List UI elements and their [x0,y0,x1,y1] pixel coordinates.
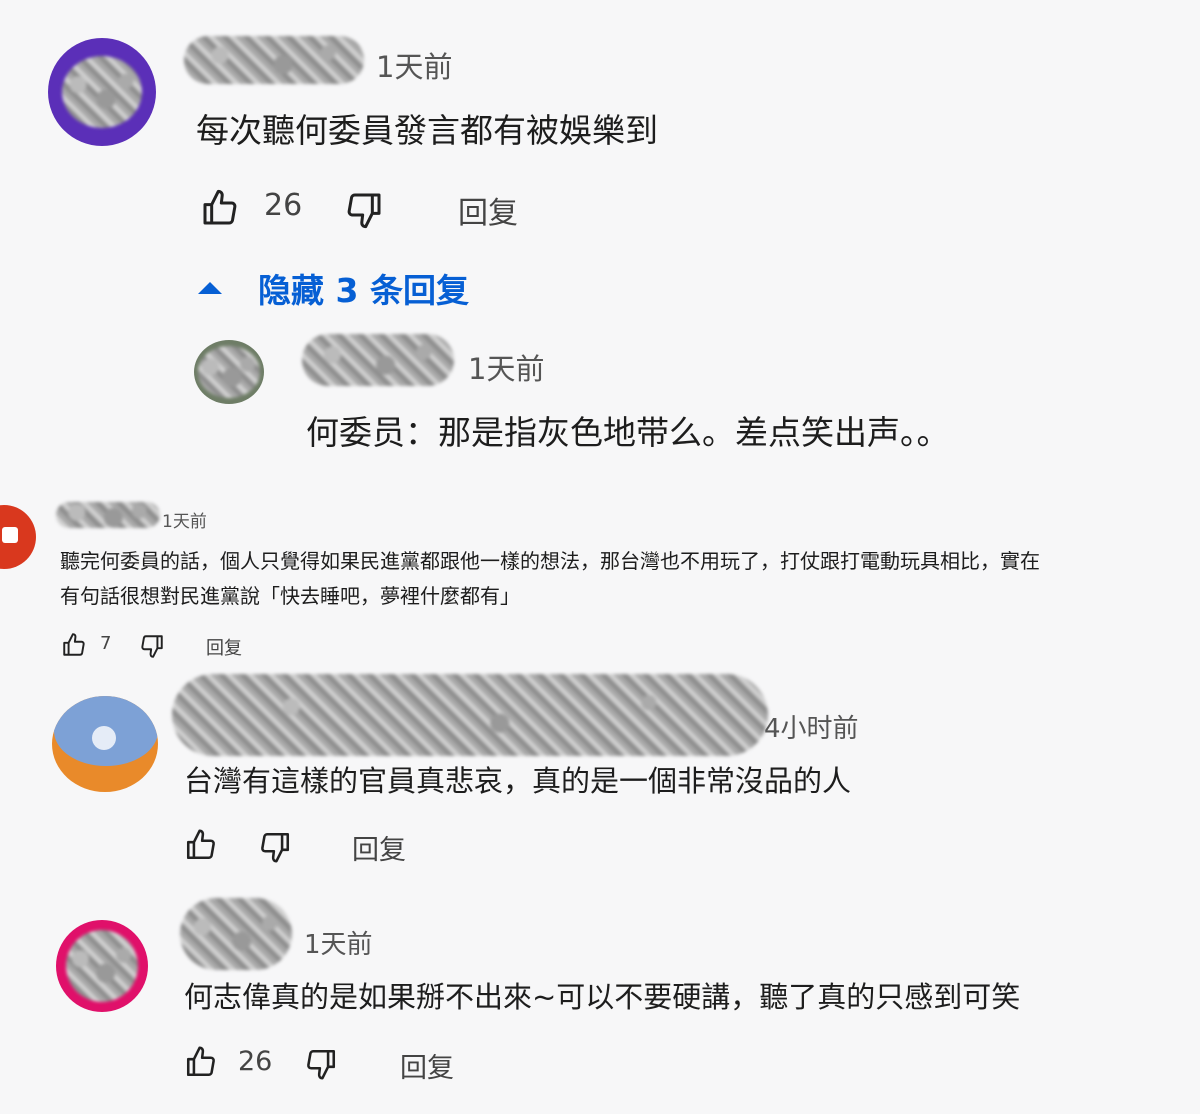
thumbs-up-icon [186,829,215,860]
avatar[interactable] [48,38,156,146]
thumbs-down-icon [307,1049,336,1080]
toggle-replies-button[interactable]: 隐藏 3 条回复 [196,264,469,312]
reply-button[interactable]: 回复 [352,828,406,867]
like-count: 7 [100,633,112,654]
toggle-replies-label: 隐藏 3 条回复 [258,271,469,310]
thumbs-up-icon [186,1046,215,1077]
like-count: 26 [238,1046,273,1077]
avatar[interactable] [194,340,264,404]
like-button[interactable] [182,828,220,862]
comment-text: 何志偉真的是如果掰不出來~可以不要硬講，聽了真的只感到可笑 [184,980,1021,1014]
like-button[interactable] [60,632,88,658]
dislike-button[interactable] [256,830,294,864]
thumbs-down-icon [141,635,163,658]
avatar[interactable] [0,505,36,569]
comment-text: 台灣有這樣的官員真悲哀，真的是一個非常沒品的人 [184,764,852,798]
like-button[interactable] [198,188,242,228]
comment-text-line-2: 有句話很想對民進黨說「快去睡吧，夢裡什麼都有」 [60,584,520,608]
reply-button[interactable]: 回复 [400,1046,454,1085]
timestamp: 4小时前 [764,714,859,744]
like-count: 26 [264,188,303,223]
avatar[interactable] [56,920,148,1012]
username-blurred[interactable] [56,502,160,528]
dislike-button[interactable] [138,633,166,659]
comment-text-line-1: 聽完何委員的話，個人只覺得如果民進黨都跟他一樣的想法，那台灣也不用玩了，打仗跟打… [60,549,1040,573]
dislike-button[interactable] [342,190,386,230]
timestamp: 1天前 [376,50,453,84]
thumbs-down-icon [347,193,381,229]
chevron-up-icon [198,282,222,294]
thumbs-up-icon [203,189,237,225]
timestamp: 1天前 [162,512,207,532]
comment-text: 何委员：那是指灰色地带么。差点笑出声。。 [306,413,950,452]
dislike-button[interactable] [302,1047,340,1081]
username-blurred[interactable] [184,36,364,84]
like-button[interactable] [182,1045,220,1079]
reply-button[interactable]: 回复 [206,634,242,660]
thumbs-down-icon [261,832,290,863]
username-blurred[interactable] [172,674,768,756]
reply-button[interactable]: 回复 [458,188,518,232]
avatar[interactable] [52,696,158,792]
timestamp: 1天前 [468,352,545,386]
comment-text: 每次聽何委員發言都有被娛樂到 [196,111,658,150]
timestamp: 1天前 [304,930,373,960]
username-blurred[interactable] [180,898,292,970]
username-blurred[interactable] [302,334,454,386]
thumbs-up-icon [63,633,85,656]
